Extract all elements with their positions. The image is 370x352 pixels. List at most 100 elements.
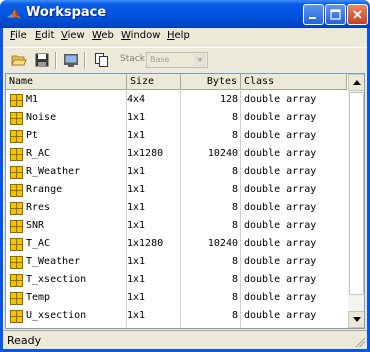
table-header: Name Size Bytes Class [6, 74, 347, 90]
window-client: File Edit View Web Window Help Stack: Ba… [3, 28, 367, 349]
table-row[interactable]: Rrange 1x1 8 double array [6, 181, 347, 199]
cell-class: double array [244, 112, 317, 123]
menu-help[interactable]: Help [167, 30, 190, 41]
table-row[interactable]: SNR 1x1 8 double array [6, 217, 347, 235]
menu-window[interactable]: Window [121, 30, 160, 41]
cell-size: 1x1 [127, 202, 146, 213]
cell-class: double array [244, 202, 317, 213]
cell-class: double array [244, 256, 317, 267]
table-row[interactable]: Temp 1x1 8 double array [6, 289, 347, 307]
cell-size: 1x1280 [127, 148, 164, 159]
status-bar: Ready [3, 330, 367, 349]
maximize-button[interactable] [325, 4, 346, 25]
cell-size: 1x1 [127, 292, 146, 303]
cell-size: 1x1 [127, 166, 146, 177]
variable-array-icon [10, 274, 23, 287]
variable-array-icon [10, 148, 23, 161]
cell-name: M1 [26, 94, 39, 105]
column-header-name[interactable]: Name [6, 74, 127, 90]
cell-size: 4x4 [127, 94, 146, 105]
menu-edit[interactable]: Edit [35, 30, 54, 41]
table-row[interactable]: T_Weather 1x1 8 double array [6, 253, 347, 271]
cell-bytes: 8 [231, 184, 238, 195]
table-row[interactable]: Rres 1x1 8 double array [6, 199, 347, 217]
column-header-class[interactable]: Class [241, 74, 347, 90]
cell-class: double array [244, 166, 317, 177]
menu-web[interactable]: Web [92, 30, 114, 41]
resize-grip-icon[interactable] [354, 336, 365, 347]
cell-bytes: 8 [231, 292, 238, 303]
cell-size: 1x1 [127, 256, 146, 267]
cell-size: 1x1 [127, 184, 146, 195]
vertical-scrollbar[interactable] [348, 74, 364, 328]
variable-array-icon [10, 202, 23, 215]
cell-bytes: 8 [231, 202, 238, 213]
status-text: Ready [7, 334, 42, 347]
cell-bytes: 8 [231, 166, 238, 177]
cell-class: double array [244, 292, 317, 303]
stack-dropdown[interactable]: Base [146, 52, 208, 68]
table-row[interactable]: R_Weather 1x1 8 double array [6, 163, 347, 181]
cell-name: Rrange [26, 184, 63, 195]
matlab-logo-icon [7, 9, 21, 19]
cell-size: 1x1 [127, 130, 146, 141]
stack-label: Stack: [120, 54, 148, 64]
variable-array-icon [10, 130, 23, 143]
cell-bytes: 8 [231, 130, 238, 141]
cell-name: Temp [26, 292, 51, 303]
variable-array-icon [10, 256, 23, 269]
cell-size: 1x1 [127, 310, 146, 321]
save-icon[interactable] [34, 52, 50, 68]
variable-array-icon [10, 292, 23, 305]
table-row[interactable]: T_AC 1x1280 10240 double array [6, 235, 347, 253]
variable-array-icon [10, 238, 23, 251]
cell-name: T_AC [26, 238, 51, 249]
variable-array-icon [10, 310, 23, 323]
variable-array-icon [10, 184, 23, 197]
cell-name: SNR [26, 220, 45, 231]
close-button[interactable] [347, 4, 368, 25]
menu-view[interactable]: View [61, 30, 85, 41]
cell-bytes: 10240 [207, 238, 238, 249]
import-data-icon[interactable] [63, 52, 79, 68]
cell-class: double array [244, 184, 317, 195]
variable-array-icon [10, 166, 23, 179]
menu-file[interactable]: File [10, 30, 27, 41]
cell-size: 1x1 [127, 220, 146, 231]
cell-name: Noise [26, 112, 57, 123]
variable-array-icon [10, 94, 23, 107]
column-header-bytes[interactable]: Bytes [181, 74, 241, 90]
table-row[interactable]: R_AC 1x1280 10240 double array [6, 145, 347, 163]
close-icon [353, 10, 362, 19]
cell-name: T_xsection [26, 274, 87, 285]
cell-bytes: 8 [231, 274, 238, 285]
copy-icon[interactable] [94, 52, 110, 68]
chevron-down-icon[interactable] [194, 54, 206, 66]
minimize-button[interactable] [303, 4, 324, 25]
scroll-down-button[interactable] [348, 311, 364, 328]
table-row[interactable]: M1 4x4 128 double array [6, 91, 347, 109]
table-row[interactable]: T_xsection 1x1 8 double array [6, 271, 347, 289]
cell-class: double array [244, 148, 317, 159]
workspace-table: Name Size Bytes Class M1 4x4 128 double … [5, 73, 365, 329]
cell-size: 1x1 [127, 274, 146, 285]
scrollbar-thumb[interactable] [349, 92, 364, 295]
title-bar[interactable]: Workspace [0, 0, 370, 28]
toolbar: Stack: Base [3, 47, 367, 72]
table-row[interactable]: Noise 1x1 8 double array [6, 109, 347, 127]
cell-name: T_Weather [26, 256, 81, 267]
cell-bytes: 8 [231, 310, 238, 321]
cell-bytes: 8 [231, 256, 238, 267]
cell-size: 1x1 [127, 112, 146, 123]
table-row[interactable]: Pt 1x1 8 double array [6, 127, 347, 145]
open-folder-icon[interactable] [11, 52, 27, 68]
table-row[interactable]: U_xsection 1x1 8 double array [6, 307, 347, 325]
scroll-up-button[interactable] [348, 74, 364, 91]
cell-bytes: 8 [231, 220, 238, 231]
column-header-size[interactable]: Size [127, 74, 181, 90]
cell-class: double array [244, 130, 317, 141]
cell-class: double array [244, 94, 317, 105]
table-body: M1 4x4 128 double array Noise 1x1 8 doub… [6, 91, 347, 325]
cell-class: double array [244, 238, 317, 249]
toolbar-separator [84, 52, 86, 69]
